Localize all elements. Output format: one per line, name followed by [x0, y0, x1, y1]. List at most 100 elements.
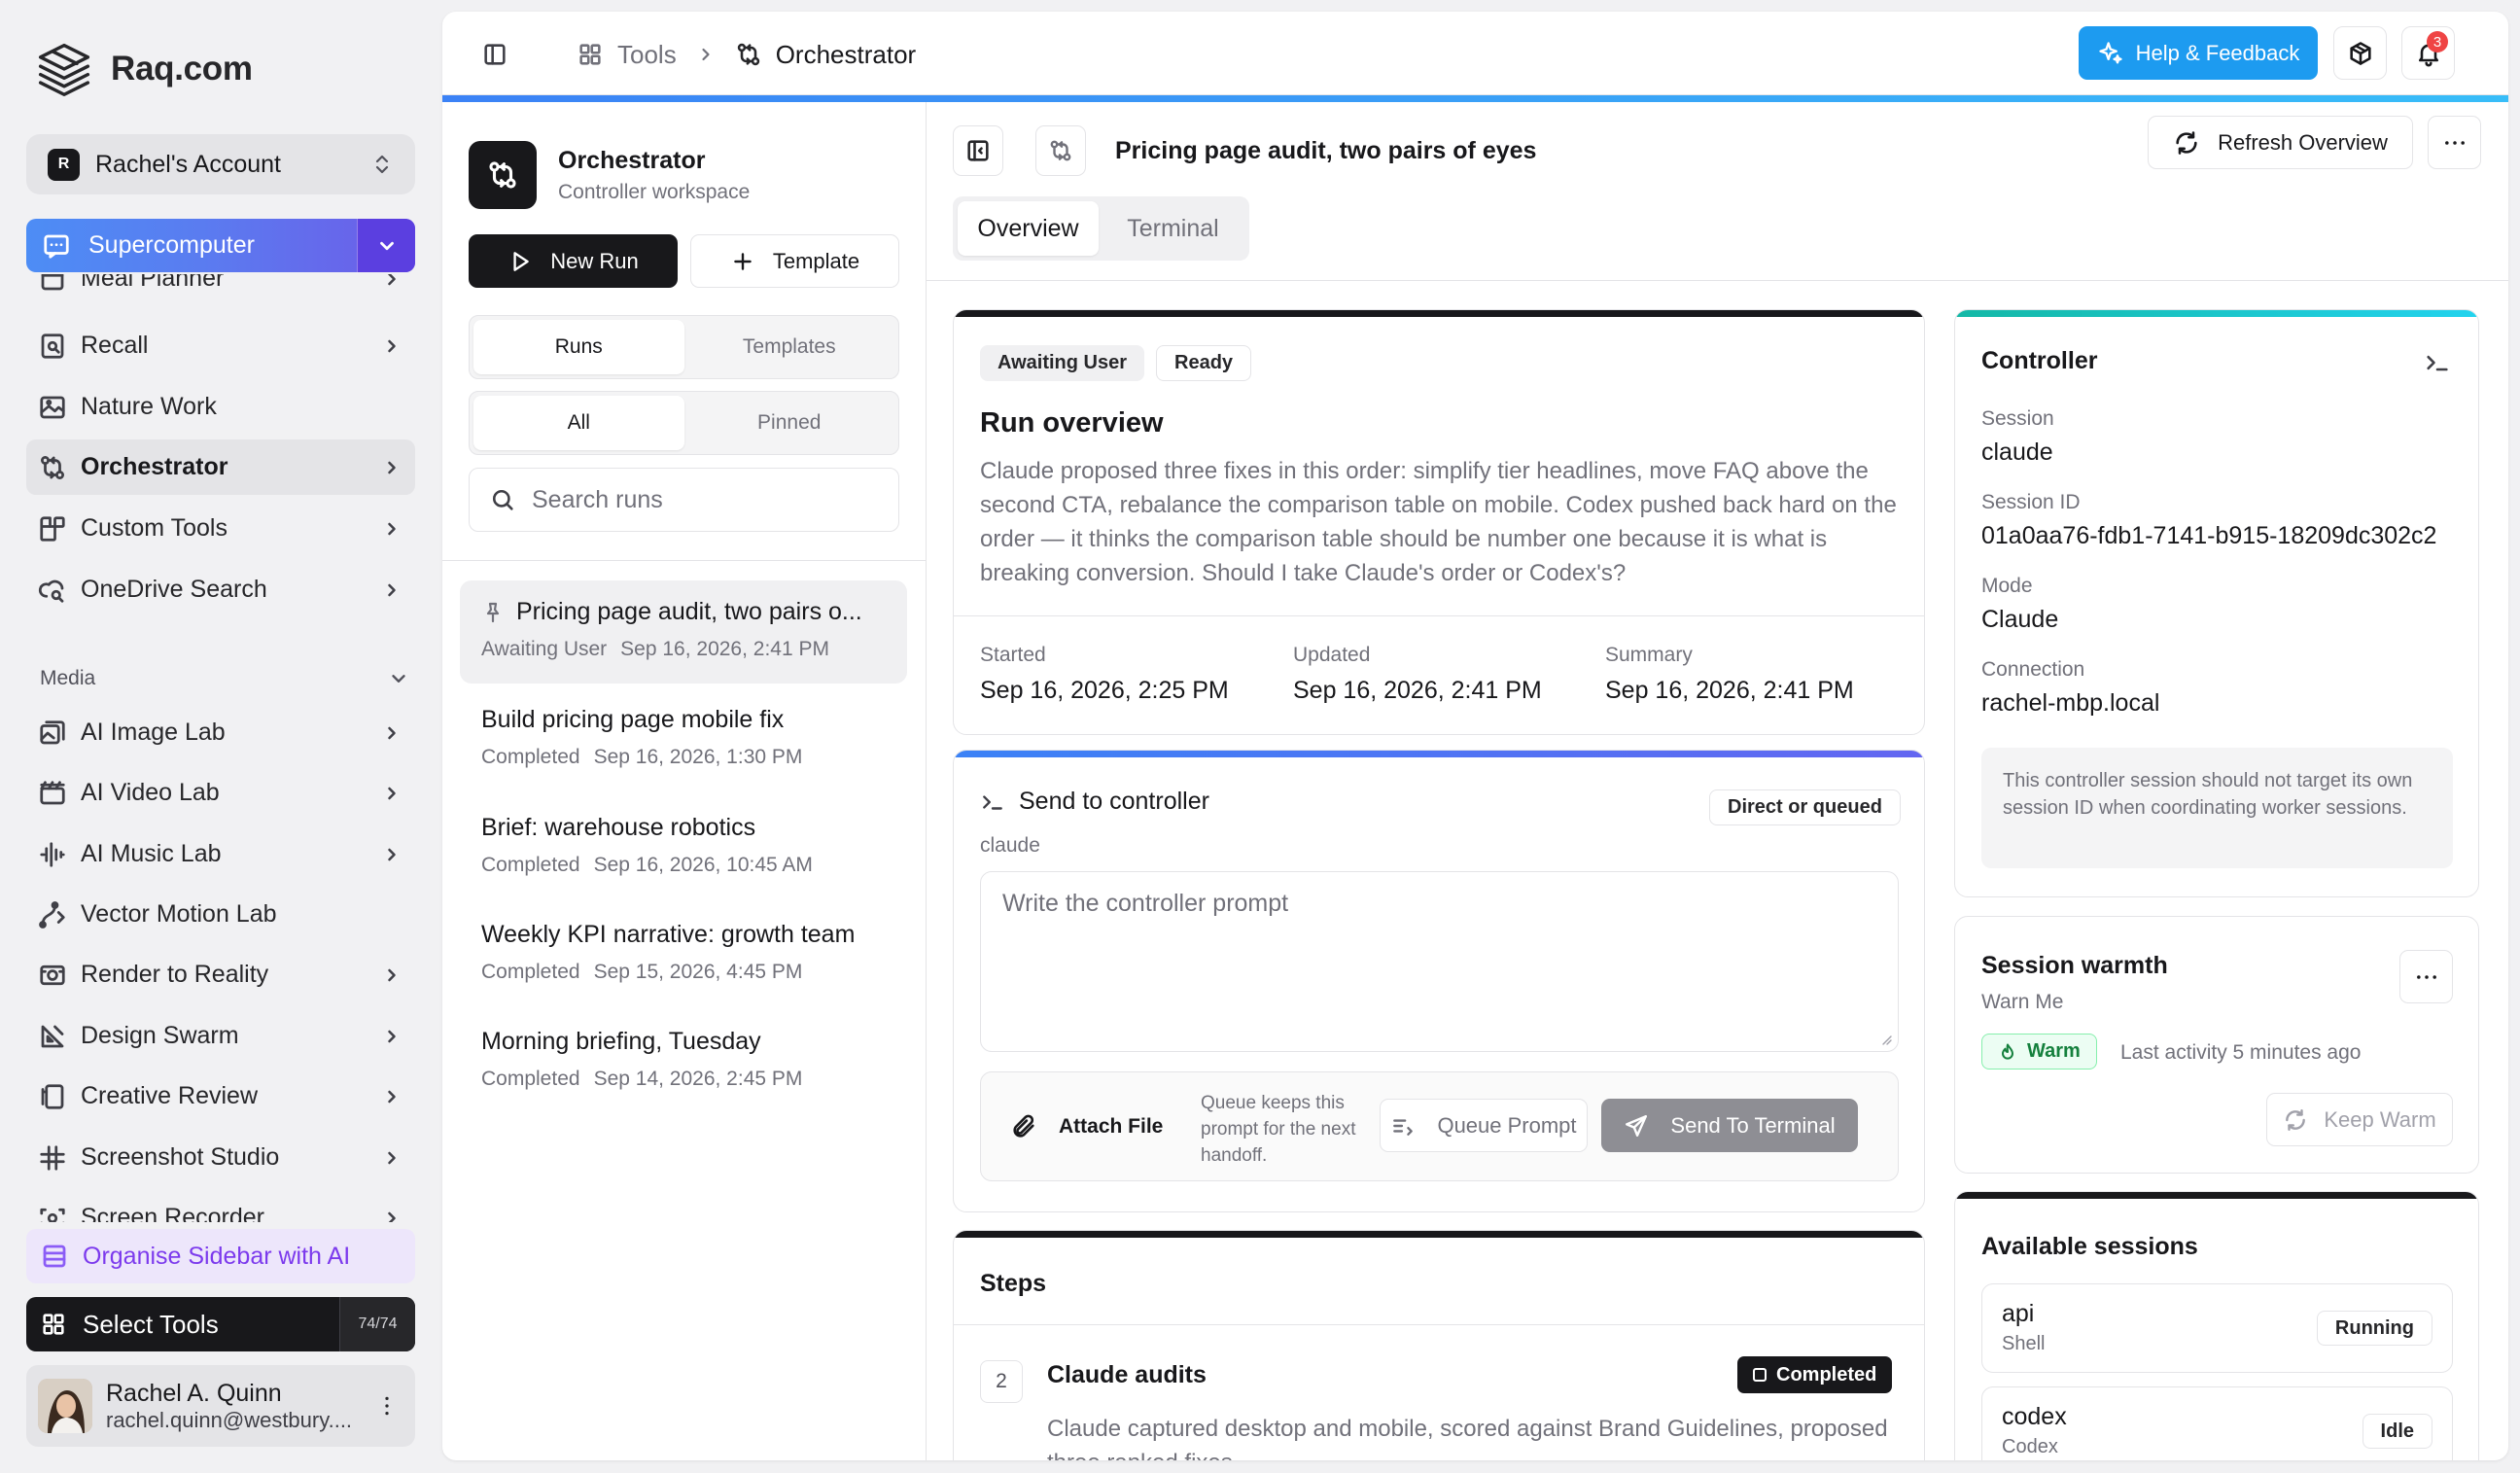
select-tools-button[interactable]: Select Tools 74/74: [26, 1297, 415, 1351]
chevron-right-icon: [388, 274, 396, 285]
tab-templates[interactable]: Templates: [684, 320, 895, 374]
search-input[interactable]: Search runs: [469, 468, 899, 532]
sidebar-item-ai-music-lab[interactable]: AI Music Lab: [26, 826, 415, 882]
keep-warm-button[interactable]: Keep Warm: [2266, 1093, 2453, 1146]
filter-all[interactable]: All: [473, 396, 684, 450]
media-section-header[interactable]: Media: [40, 667, 409, 690]
custom-tools-icon: [40, 515, 65, 542]
step-description: Claude captured desktop and mobile, scor…: [1047, 1416, 1888, 1460]
avatar: [38, 1379, 92, 1433]
sidebar-item-custom-tools[interactable]: Custom Tools: [26, 501, 415, 556]
brand[interactable]: Raq.com: [35, 37, 253, 101]
run-list-item[interactable]: Weekly KPI narrative: growth team Comple…: [460, 903, 907, 1006]
sidebar-toggle-icon[interactable]: [481, 41, 508, 68]
send-title: Send to controller: [1019, 788, 1209, 815]
status-badge: Awaiting User: [980, 345, 1144, 381]
account-switcher[interactable]: R Rachel's Account: [26, 134, 415, 194]
meta-value: Sep 16, 2026, 2:41 PM: [1293, 677, 1542, 704]
supercomputer-dropdown[interactable]: [357, 219, 415, 272]
delivery-mode-badge: Direct or queued: [1709, 789, 1901, 825]
runs-templates-toggle: Runs Templates: [469, 315, 899, 379]
search-placeholder: Search runs: [532, 485, 663, 513]
sidebar-item-onedrive-search[interactable]: OneDrive Search: [26, 562, 415, 617]
supercomputer-main[interactable]: Supercomputer: [26, 219, 357, 272]
template-button[interactable]: Template: [690, 234, 899, 288]
meal-icon: [41, 274, 64, 290]
run-list-item[interactable]: Pricing page audit, two pairs o... Await…: [460, 580, 907, 684]
screen-recorder-icon: [40, 1208, 65, 1222]
sidebar-item-screenshot-studio[interactable]: Screenshot Studio: [26, 1130, 415, 1185]
organise-sidebar-button[interactable]: Organise Sidebar with AI: [26, 1229, 415, 1283]
chevrons-up-down-icon: [375, 155, 389, 174]
meta-updated: Updated Sep 16, 2026, 2:41 PM: [1293, 644, 1542, 705]
more-options-button[interactable]: [2428, 116, 2481, 169]
field-label: Session: [1981, 407, 2054, 430]
supercomputer-button[interactable]: Supercomputer: [26, 219, 415, 272]
chevron-right-icon: [388, 787, 396, 799]
attach-label: Attach File: [1059, 1115, 1164, 1138]
resize-grip-icon[interactable]: [1878, 1032, 1892, 1045]
run-list-item[interactable]: Morning briefing, Tuesday Completed Sep 1…: [460, 1010, 907, 1113]
tab-overview[interactable]: Overview: [958, 201, 1099, 256]
field-value: 01a0aa76-fdb1-7141-b915-18209dc302c2: [1981, 522, 2437, 549]
notifications-button[interactable]: 3: [2401, 26, 2455, 80]
controller-session: Session claude: [1981, 407, 2054, 467]
send-to-terminal-button[interactable]: Send To Terminal: [1601, 1099, 1858, 1152]
meta-label: Started: [980, 644, 1046, 666]
filter-pinned[interactable]: Pinned: [684, 396, 895, 450]
tab-terminal[interactable]: Terminal: [1102, 201, 1243, 256]
more-horizontal-icon: [2416, 974, 2436, 979]
sidebar-item-meal-planner[interactable]: Meal Planner: [26, 274, 415, 306]
sidebar-item-label: Orchestrator: [81, 453, 228, 480]
package-button[interactable]: [2333, 26, 2387, 80]
list-icon: [43, 1245, 66, 1268]
orchestrator-icon: [41, 455, 64, 479]
more-vertical-icon[interactable]: [374, 1393, 400, 1419]
help-feedback-button[interactable]: Help & Feedback: [2079, 26, 2318, 80]
sidebar-item-label: Design Swarm: [81, 1022, 239, 1049]
pin-icon: [486, 602, 500, 622]
sidebar-item-creative-review[interactable]: Creative Review: [26, 1069, 415, 1124]
raq-logo-icon: [38, 43, 90, 96]
refresh-overview-button[interactable]: Refresh Overview: [2148, 116, 2413, 169]
sidebar-item-label: Nature Work: [81, 393, 217, 420]
new-run-button[interactable]: New Run: [469, 234, 678, 288]
queue-prompt-button[interactable]: Queue Prompt: [1380, 1099, 1588, 1152]
run-status: Completed: [481, 854, 580, 876]
step-status-label: Completed: [1776, 1363, 1877, 1385]
run-list-item[interactable]: Build pricing page mobile fix Completed S…: [460, 688, 907, 791]
sidebar-item-recall[interactable]: Recall: [26, 318, 415, 373]
main-window: Tools Orchestrator Help & Feedback 3 Orc…: [442, 12, 2508, 1460]
onedrive-search-icon: [38, 579, 64, 603]
sidebar-item-nature-work[interactable]: Nature Work: [26, 379, 415, 435]
warmth-more-button[interactable]: [2399, 950, 2453, 1003]
sidebar-item-vector-motion-lab[interactable]: Vector Motion Lab: [26, 887, 415, 942]
sidebar-item-ai-image-lab[interactable]: AI Image Lab: [26, 705, 415, 760]
tab-runs[interactable]: Runs: [473, 320, 684, 374]
sidebar-item-design-swarm[interactable]: Design Swarm: [26, 1008, 415, 1064]
field-value: claude: [1981, 438, 2053, 466]
template-label: Template: [772, 248, 860, 273]
chevron-right-icon: [388, 1151, 396, 1164]
sidebar-item-label: Recall: [81, 332, 149, 359]
organise-label: Organise Sidebar with AI: [83, 1242, 351, 1270]
runs-panel: Orchestrator Controller workspace New Ru…: [442, 102, 927, 1460]
session-item[interactable]: api Shell Running: [1981, 1283, 2453, 1373]
sidebar-item-orchestrator[interactable]: Orchestrator: [26, 439, 415, 495]
user-profile-card[interactable]: Rachel A. Quinn rachel.quinn@westbury...…: [26, 1365, 415, 1447]
terminal-icon[interactable]: [2424, 349, 2451, 376]
sidebar-item-ai-video-lab[interactable]: AI Video Lab: [26, 765, 415, 821]
sidebar-item-render-to-reality[interactable]: Render to Reality: [26, 947, 415, 1002]
sidebar-item-screen-recorder[interactable]: Screen Recorder: [26, 1190, 415, 1222]
new-run-label: New Run: [550, 248, 639, 273]
controller-prompt-textarea[interactable]: Write the controller prompt: [980, 871, 1899, 1052]
session-item[interactable]: codex Codex Idle: [1981, 1386, 2453, 1460]
sidebar-item-label: AI Video Lab: [81, 779, 220, 806]
breadcrumb-tools[interactable]: Tools: [617, 40, 677, 70]
field-label: Mode: [1981, 575, 2033, 597]
run-list-item[interactable]: Brief: warehouse robotics Completed Sep 1…: [460, 796, 907, 899]
list-plus-icon: [1393, 1118, 1414, 1136]
panel-toggle-button[interactable]: [953, 125, 1003, 176]
attach-file-button[interactable]: Attach File: [1010, 1098, 1163, 1156]
run-title: Build pricing page mobile fix: [481, 706, 785, 733]
